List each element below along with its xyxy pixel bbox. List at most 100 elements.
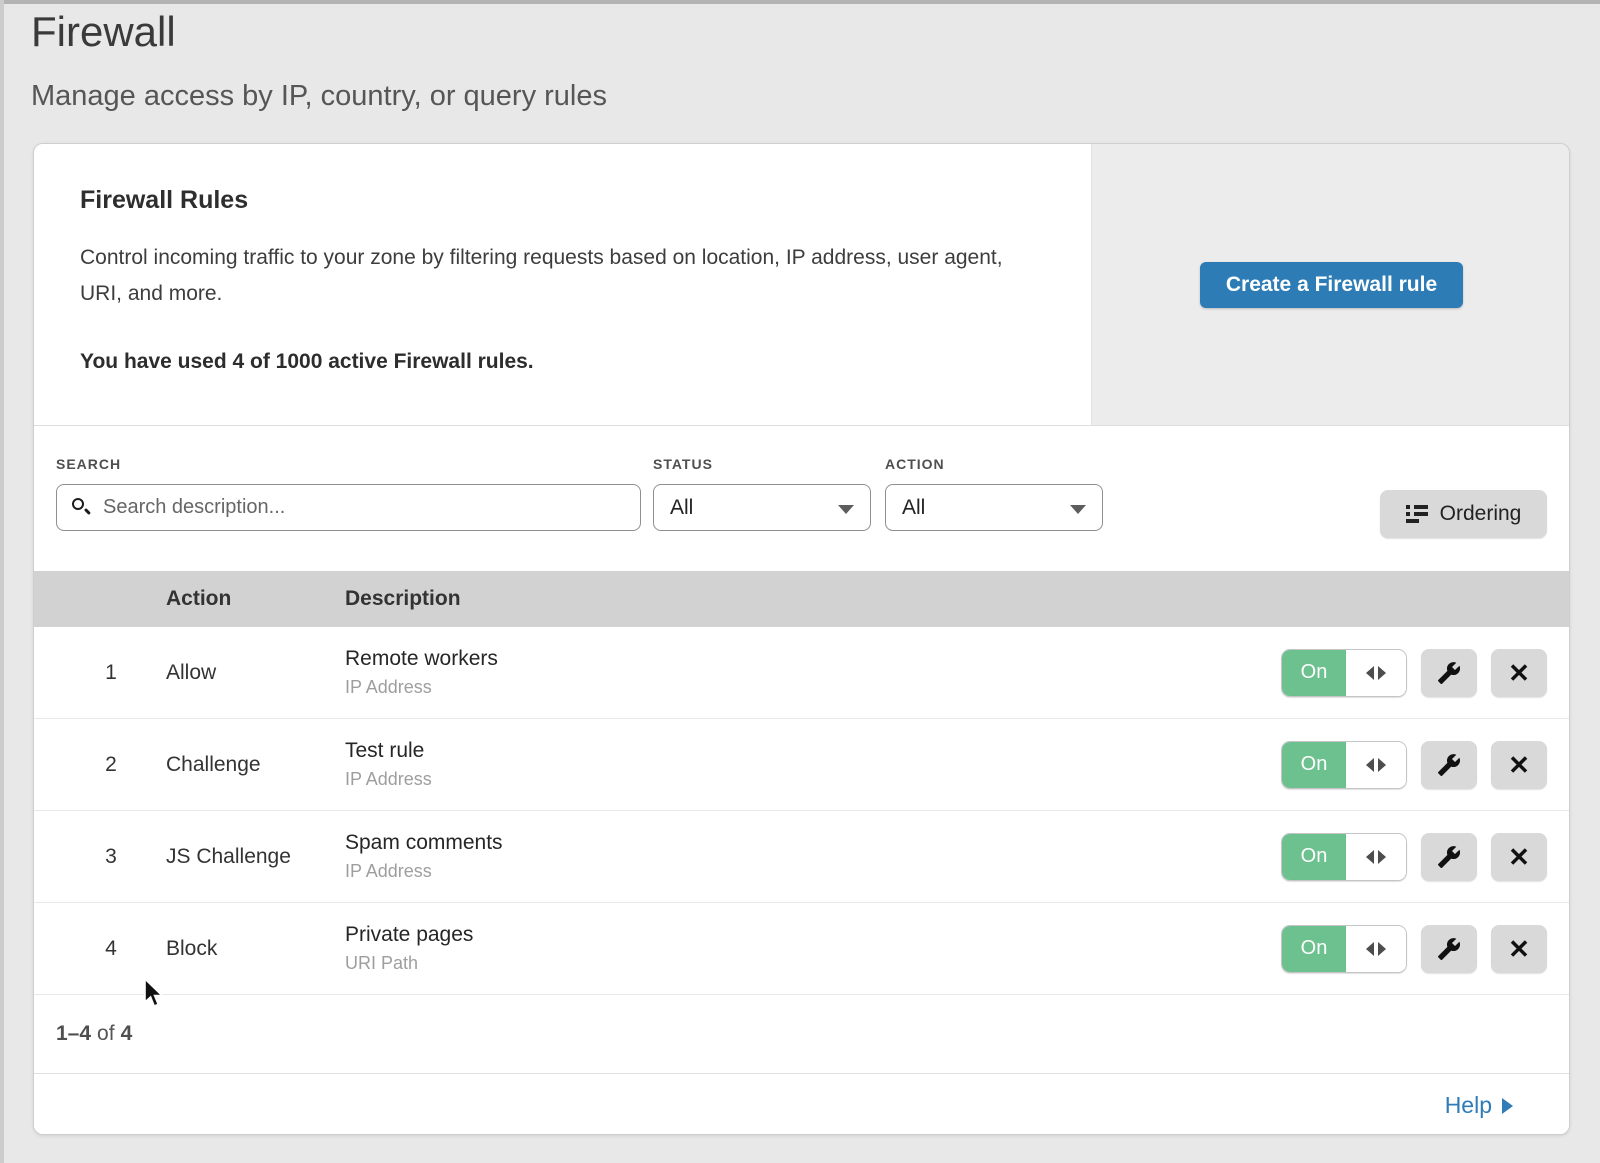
ordered-list-icon <box>1406 505 1428 523</box>
edit-rule-button[interactable] <box>1421 925 1477 973</box>
rule-description: Private pages <box>345 923 1209 947</box>
pagination-total: 4 <box>121 1022 133 1046</box>
triangle-right-icon <box>1378 666 1386 680</box>
rule-description-cell: Remote workers IP Address <box>345 647 1209 698</box>
rule-match-type: IP Address <box>345 769 1209 790</box>
triangle-left-icon <box>1366 758 1374 772</box>
ordering-button-label: Ordering <box>1440 502 1522 526</box>
rule-description: Remote workers <box>345 647 1209 671</box>
description-column-header: Description <box>345 587 1209 611</box>
close-icon: ✕ <box>1508 752 1530 778</box>
status-select[interactable]: All <box>653 484 871 531</box>
action-select[interactable]: All <box>885 484 1103 531</box>
rule-controls: On ✕ <box>1209 925 1569 973</box>
delete-rule-button[interactable]: ✕ <box>1491 833 1547 881</box>
triangle-left-icon <box>1366 942 1374 956</box>
rule-priority: 2 <box>56 753 166 777</box>
rule-match-type: IP Address <box>345 861 1209 882</box>
rule-action: Block <box>166 937 345 961</box>
rule-action: Allow <box>166 661 345 685</box>
close-icon: ✕ <box>1508 844 1530 870</box>
triangle-left-icon <box>1366 666 1374 680</box>
close-icon: ✕ <box>1508 936 1530 962</box>
toggle-on-label: On <box>1282 742 1346 788</box>
ordering-button[interactable]: Ordering <box>1380 490 1547 538</box>
help-link[interactable]: Help <box>1445 1092 1513 1119</box>
rule-enabled-toggle[interactable]: On <box>1281 741 1407 789</box>
table-row: 4 Block Private pages URI Path On <box>34 903 1569 995</box>
rule-controls: On ✕ <box>1209 833 1569 881</box>
help-bar: Help <box>34 1074 1569 1135</box>
rule-description: Test rule <box>345 739 1209 763</box>
page-title: Firewall <box>31 8 176 56</box>
rule-action: Challenge <box>166 753 345 777</box>
rule-controls: On ✕ <box>1209 649 1569 697</box>
delete-rule-button[interactable]: ✕ <box>1491 925 1547 973</box>
action-label: ACTION <box>885 456 1103 472</box>
rule-match-type: URI Path <box>345 953 1209 974</box>
action-selected-value: All <box>902 496 925 520</box>
toggle-on-label: On <box>1282 650 1346 696</box>
section-description: Control incoming traffic to your zone by… <box>80 240 1030 312</box>
pagination-of: of <box>97 1022 115 1046</box>
rule-enabled-toggle[interactable]: On <box>1281 649 1407 697</box>
toggle-handle[interactable] <box>1346 926 1406 972</box>
rule-priority: 4 <box>56 937 166 961</box>
triangle-right-icon <box>1378 942 1386 956</box>
search-input[interactable] <box>56 484 641 531</box>
toggle-on-label: On <box>1282 834 1346 880</box>
rule-description: Spam comments <box>345 831 1209 855</box>
usage-summary: You have used 4 of 1000 active Firewall … <box>80 350 534 374</box>
create-firewall-rule-button[interactable]: Create a Firewall rule <box>1200 262 1463 308</box>
delete-rule-button[interactable]: ✕ <box>1491 649 1547 697</box>
search-icon <box>71 497 91 517</box>
wrench-icon <box>1437 661 1461 685</box>
wrench-icon <box>1437 753 1461 777</box>
toggle-handle[interactable] <box>1346 650 1406 696</box>
status-selected-value: All <box>670 496 693 520</box>
toggle-handle[interactable] <box>1346 742 1406 788</box>
triangle-right-icon <box>1378 758 1386 772</box>
status-label: STATUS <box>653 456 871 472</box>
delete-rule-button[interactable]: ✕ <box>1491 741 1547 789</box>
pagination-summary: 1–4 of 4 <box>34 995 1569 1074</box>
rule-priority: 3 <box>56 845 166 869</box>
filters-bar: SEARCH STATUS All ACTION All <box>34 426 1569 571</box>
rule-enabled-toggle[interactable]: On <box>1281 833 1407 881</box>
table-header: Action Description <box>34 571 1569 627</box>
rule-controls: On ✕ <box>1209 741 1569 789</box>
rule-action: JS Challenge <box>166 845 345 869</box>
create-rule-panel: Create a Firewall rule <box>1091 144 1570 426</box>
action-filter-group: ACTION All <box>885 456 1103 531</box>
window-left-edge <box>0 0 4 1163</box>
rules-table-body: 1 Allow Remote workers IP Address On <box>34 627 1569 995</box>
rule-description-cell: Private pages URI Path <box>345 923 1209 974</box>
triangle-left-icon <box>1366 850 1374 864</box>
rule-description-cell: Spam comments IP Address <box>345 831 1209 882</box>
status-filter-group: STATUS All <box>653 456 871 531</box>
pagination-range: 1–4 <box>56 1022 91 1046</box>
triangle-right-icon <box>1502 1098 1513 1114</box>
toggle-on-label: On <box>1282 926 1346 972</box>
wrench-icon <box>1437 845 1461 869</box>
firewall-rules-card: Firewall Rules Control incoming traffic … <box>33 143 1570 1135</box>
action-column-header: Action <box>166 587 345 611</box>
edit-rule-button[interactable] <box>1421 833 1477 881</box>
search-filter-group: SEARCH <box>56 456 641 531</box>
wrench-icon <box>1437 937 1461 961</box>
edit-rule-button[interactable] <box>1421 741 1477 789</box>
toggle-handle[interactable] <box>1346 834 1406 880</box>
section-heading: Firewall Rules <box>80 186 248 215</box>
table-row: 1 Allow Remote workers IP Address On <box>34 627 1569 719</box>
triangle-right-icon <box>1378 850 1386 864</box>
rule-priority: 1 <box>56 661 166 685</box>
search-label: SEARCH <box>56 456 641 472</box>
page-subtitle: Manage access by IP, country, or query r… <box>31 80 607 113</box>
rule-enabled-toggle[interactable]: On <box>1281 925 1407 973</box>
close-icon: ✕ <box>1508 660 1530 686</box>
rule-description-cell: Test rule IP Address <box>345 739 1209 790</box>
help-link-label: Help <box>1445 1092 1492 1119</box>
rule-match-type: IP Address <box>345 677 1209 698</box>
edit-rule-button[interactable] <box>1421 649 1477 697</box>
table-row: 3 JS Challenge Spam comments IP Address … <box>34 811 1569 903</box>
